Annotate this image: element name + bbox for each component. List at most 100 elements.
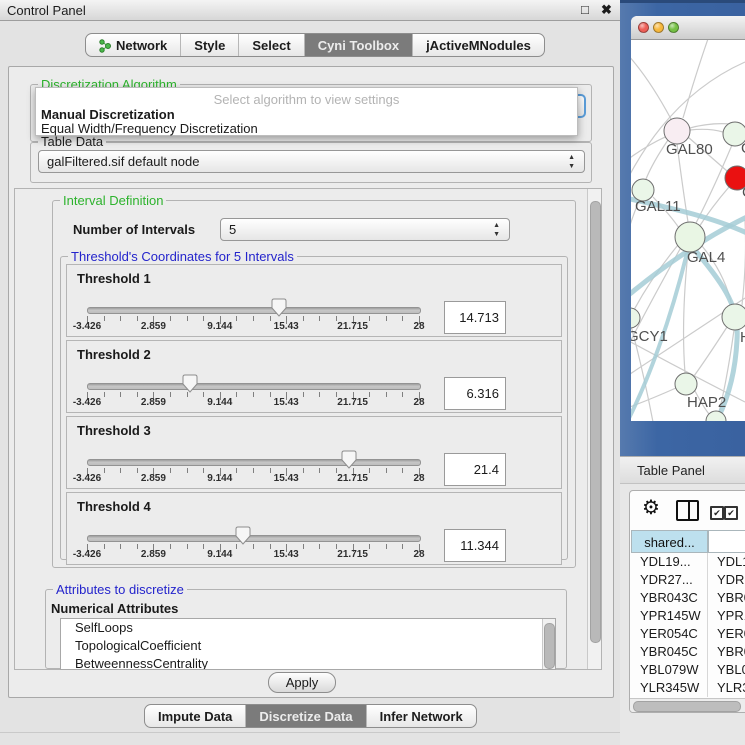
numerical-attributes-list[interactable]: SelfLoopsTopologicalCoefficientBetweenne… [60, 618, 556, 670]
tab-cyni-toolbox[interactable]: Cyni Toolbox [304, 34, 412, 56]
slider-tick [402, 316, 403, 321]
table-row[interactable]: YBR045CYBR0 [631, 643, 745, 661]
column-header-name[interactable]: name [708, 530, 745, 553]
slider-tick [120, 392, 121, 397]
threshold-sliders: Threshold 1-3.4262.8599.14415.4321.71528… [66, 264, 562, 568]
threshold-2-row: Threshold 2-3.4262.8599.14415.4321.71528… [66, 340, 562, 413]
checkbox-icon[interactable]: ✔ [724, 506, 738, 520]
algorithm-placeholder: Select algorithm to view settings [36, 92, 577, 107]
slider-thumb[interactable] [235, 526, 251, 545]
table-row[interactable]: YPR145WYPR1 [631, 607, 745, 625]
tab-label: Impute Data [158, 709, 232, 724]
tab-network[interactable]: Network [86, 34, 180, 56]
network-node[interactable] [675, 373, 697, 395]
table-cell: YBL0 [708, 661, 745, 679]
slider-track[interactable] [87, 307, 421, 314]
tab-label: Network [116, 38, 167, 53]
table-row[interactable]: YER054CYER0 [631, 625, 745, 643]
slider-tick-label: -3.426 [73, 321, 101, 332]
table-data-group-title: Table Data [38, 134, 106, 149]
slider-tick [253, 468, 254, 473]
vertical-scrollbar[interactable] [587, 189, 601, 669]
slider-tick [170, 468, 171, 473]
table-data-combobox[interactable]: galFiltered.sif default node ▲▼ [38, 150, 585, 173]
slider-thumb[interactable] [271, 298, 287, 317]
gear-icon[interactable]: ⚙ [642, 495, 660, 520]
network-node[interactable] [722, 304, 745, 330]
table-cell: YLR345W [631, 679, 708, 697]
slider-tick-label: 21.715 [337, 549, 368, 560]
checkbox-icon[interactable]: ✔ [710, 506, 724, 520]
tab-discretize-data[interactable]: Discretize Data [245, 705, 365, 727]
slider-tick [270, 544, 271, 549]
tab-label: Infer Network [380, 709, 463, 724]
slider-tick [187, 316, 188, 321]
slider-tick-label: 28 [413, 549, 424, 560]
table-cell: YPR145W [631, 607, 708, 625]
slider-tick [319, 544, 320, 549]
table-cell: YER0 [708, 625, 745, 643]
slider-tick [203, 544, 204, 549]
table-row[interactable]: YBL079WYBL0 [631, 661, 745, 679]
slider-tick [203, 468, 204, 473]
numerical-attributes-label: Numerical Attributes [51, 601, 178, 616]
minimize-window-icon[interactable] [653, 22, 664, 33]
attribute-item[interactable]: BetweennessCentrality [61, 655, 555, 670]
network-canvas[interactable]: GAL80GACGAL11GAL4GCY1HHAP2 [631, 40, 745, 421]
tab-select[interactable]: Select [238, 34, 303, 56]
close-panel-icon[interactable]: ✖ [601, 2, 612, 18]
network-node-label: GAL80 [666, 141, 713, 158]
tab-jactivemnodules[interactable]: jActiveMNodules [412, 34, 544, 56]
slider-tick [203, 392, 204, 397]
network-node[interactable] [675, 222, 705, 252]
tab-impute-data[interactable]: Impute Data [145, 705, 245, 727]
attributes-scrollbar-thumb[interactable] [544, 623, 555, 669]
float-window-icon[interactable]: □ [581, 2, 589, 17]
algorithm-option-equal-width[interactable]: Equal Width/Frequency Discretization [41, 121, 258, 136]
split-view-icon[interactable] [676, 500, 699, 521]
algorithm-option-manual[interactable]: Manual Discretization [41, 107, 175, 122]
slider-tick [170, 392, 171, 397]
column-header-shared-name[interactable]: shared... [631, 530, 708, 553]
horizontal-scrollbar[interactable] [630, 698, 745, 713]
slider-tick [236, 316, 237, 321]
table-row[interactable]: YBR043CYBR0 [631, 589, 745, 607]
slider-tick-label: 15.43 [274, 473, 299, 484]
slider-tick [170, 316, 171, 321]
slider-thumb[interactable] [341, 450, 357, 469]
tab-infer-network[interactable]: Infer Network [366, 705, 476, 727]
close-window-icon[interactable] [638, 22, 649, 33]
network-window-titlebar[interactable] [631, 16, 745, 40]
combo-spinner-arrows: ▲▼ [568, 153, 575, 171]
slider-tick [386, 544, 387, 549]
slider-tick [270, 468, 271, 473]
threshold-value-field[interactable]: 21.4 [444, 453, 506, 486]
table-row[interactable]: YDR27...YDR2 [631, 571, 745, 589]
vertical-scrollbar-thumb[interactable] [590, 201, 601, 643]
slider-track[interactable] [87, 535, 421, 542]
table-row[interactable]: YDL19...YDL1 [631, 553, 745, 571]
attributes-group-title: Attributes to discretize [53, 582, 187, 597]
attributes-scrollbar[interactable] [542, 619, 555, 669]
number-of-intervals-spinner[interactable]: 5 ▲▼ [220, 218, 510, 241]
table-row[interactable]: YLR345WYLR3 [631, 679, 745, 697]
slider-tick [369, 544, 370, 549]
horizontal-scrollbar-thumb[interactable] [633, 701, 741, 712]
slider-track[interactable] [87, 383, 421, 390]
apply-button[interactable]: Apply [268, 672, 336, 693]
slider-tick [104, 316, 105, 321]
tab-style[interactable]: Style [180, 34, 238, 56]
zoom-window-icon[interactable] [668, 22, 679, 33]
network-window-frame: GAL80GACGAL11GAL4GCY1HHAP2 [620, 0, 745, 456]
slider-tick-label: 15.43 [274, 321, 299, 332]
slider-track[interactable] [87, 459, 421, 466]
threshold-value-field[interactable]: 11.344 [444, 529, 506, 562]
network-node-label: HAP2 [687, 394, 726, 411]
threshold-label: Threshold 1 [77, 271, 151, 286]
attribute-item[interactable]: SelfLoops [61, 619, 555, 637]
attribute-item[interactable]: TopologicalCoefficient [61, 637, 555, 655]
node-table: shared...name YDL19...YDL1YDR27...YDR2YB… [631, 530, 745, 553]
threshold-value-field[interactable]: 6.316 [444, 377, 506, 410]
threshold-value-field[interactable]: 14.713 [444, 301, 506, 334]
slider-thumb[interactable] [182, 374, 198, 393]
